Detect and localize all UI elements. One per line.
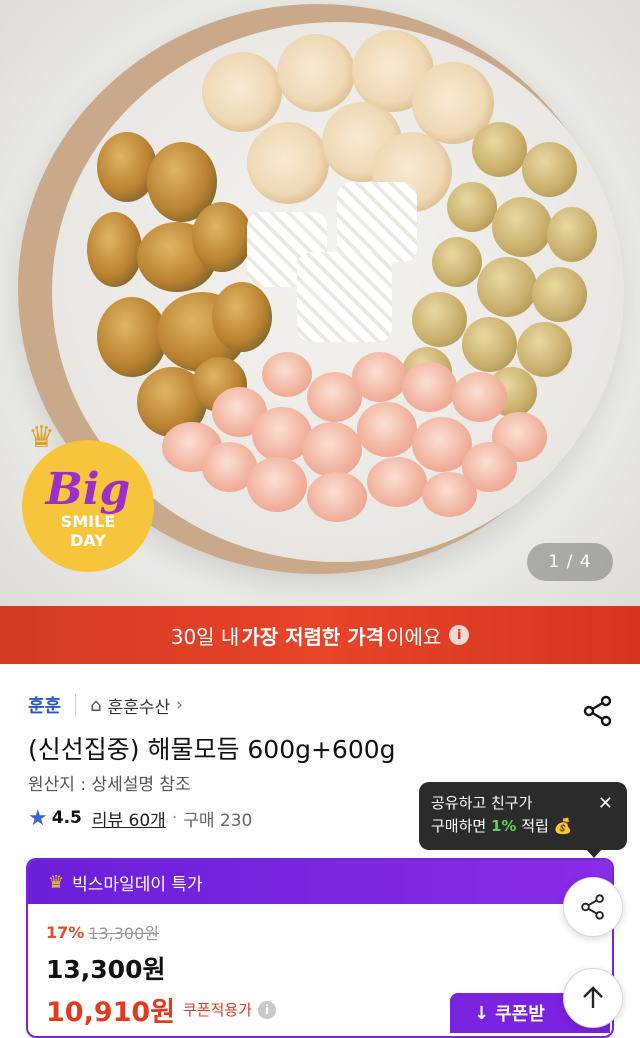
scroll-to-top-button[interactable] — [563, 968, 623, 1028]
final-price: 10,910원 — [46, 997, 176, 1028]
original-price: 13,300원 — [88, 924, 160, 943]
promo-header-label: 빅스마일데이 특가 — [72, 874, 203, 895]
product-image-carousel[interactable]: ♛ Big SMILE DAY 1 / 4 — [0, 0, 640, 606]
banner-text-after: 이에요 — [386, 624, 442, 649]
share-icon — [581, 894, 604, 920]
rating-row: ★ 4.5 리뷰 60개 · 구매 230 — [28, 804, 252, 832]
banner-text-strong: 가장 저렴한 가격 — [241, 624, 385, 649]
coupon-applied-label: 쿠폰적용가 — [183, 1001, 253, 1019]
image-counter: 1 / 4 — [527, 543, 613, 581]
badge-smile-text: SMILE — [60, 512, 116, 531]
floating-share-button[interactable] — [563, 877, 623, 937]
tooltip-line1: 공유하고 친구가 — [431, 794, 533, 812]
product-title: (신선집중) 해물모듬 600g+600g — [28, 735, 396, 764]
divider — [75, 694, 77, 716]
home-icon: ⌂ — [90, 694, 102, 716]
big-smile-day-badge: Big SMILE DAY — [22, 440, 154, 572]
store-name: 훈훈수산 — [107, 697, 171, 718]
close-icon[interactable]: ✕ — [598, 792, 613, 815]
crown-icon: ♛ — [48, 871, 65, 893]
badge-big-text: Big — [45, 464, 131, 515]
tooltip-percent: 1% — [490, 817, 517, 835]
rating-value: 4.5 — [51, 808, 82, 828]
sale-price: 13,300원 — [46, 955, 166, 984]
discount-percent: 17% — [46, 922, 85, 942]
money-bag-icon: 💰 — [553, 817, 573, 835]
tooltip-line2: 구매하면 1% 적립 💰 — [431, 815, 615, 838]
review-link[interactable]: 리뷰 60개 — [92, 806, 166, 831]
origin-text: 원산지 : 상세설명 참조 — [28, 775, 191, 795]
purchase-count: 구매 230 — [183, 810, 253, 831]
share-reward-tooltip: 공유하고 친구가 구매하면 1% 적립 💰 ✕ — [419, 782, 627, 850]
store-link[interactable]: ⌂ 훈훈수산 › — [90, 693, 183, 718]
tooltip-line2-after: 적립 — [516, 817, 549, 835]
dot-separator: · — [171, 808, 178, 828]
promo-header: ♛ 빅스마일데이 특가 — [28, 860, 612, 904]
brand-link[interactable]: 훈훈 — [28, 692, 61, 718]
coupon-button-label: 쿠폰받 — [495, 1004, 545, 1025]
info-icon[interactable]: i — [449, 625, 470, 645]
crown-icon: ♛ — [28, 420, 55, 455]
share-icon[interactable] — [580, 693, 616, 729]
download-icon: ↓ — [474, 1002, 490, 1024]
tooltip-arrow — [586, 849, 602, 858]
brand-row: 훈훈 ⌂ 훈훈수산 › — [28, 690, 183, 720]
info-icon[interactable]: i — [258, 1000, 277, 1019]
tooltip-line2-before: 구매하면 — [431, 817, 491, 835]
star-icon: ★ — [28, 805, 48, 831]
discount-line: 17% 13,300원 — [46, 920, 594, 944]
lowest-price-banner[interactable]: 30일 내 가장 저렴한 가격 이에요 i — [0, 606, 640, 664]
chevron-right-icon: › — [176, 695, 183, 715]
arrow-up-icon — [583, 986, 603, 1008]
banner-text-before: 30일 내 — [170, 624, 240, 649]
badge-day-text: DAY — [70, 531, 106, 550]
